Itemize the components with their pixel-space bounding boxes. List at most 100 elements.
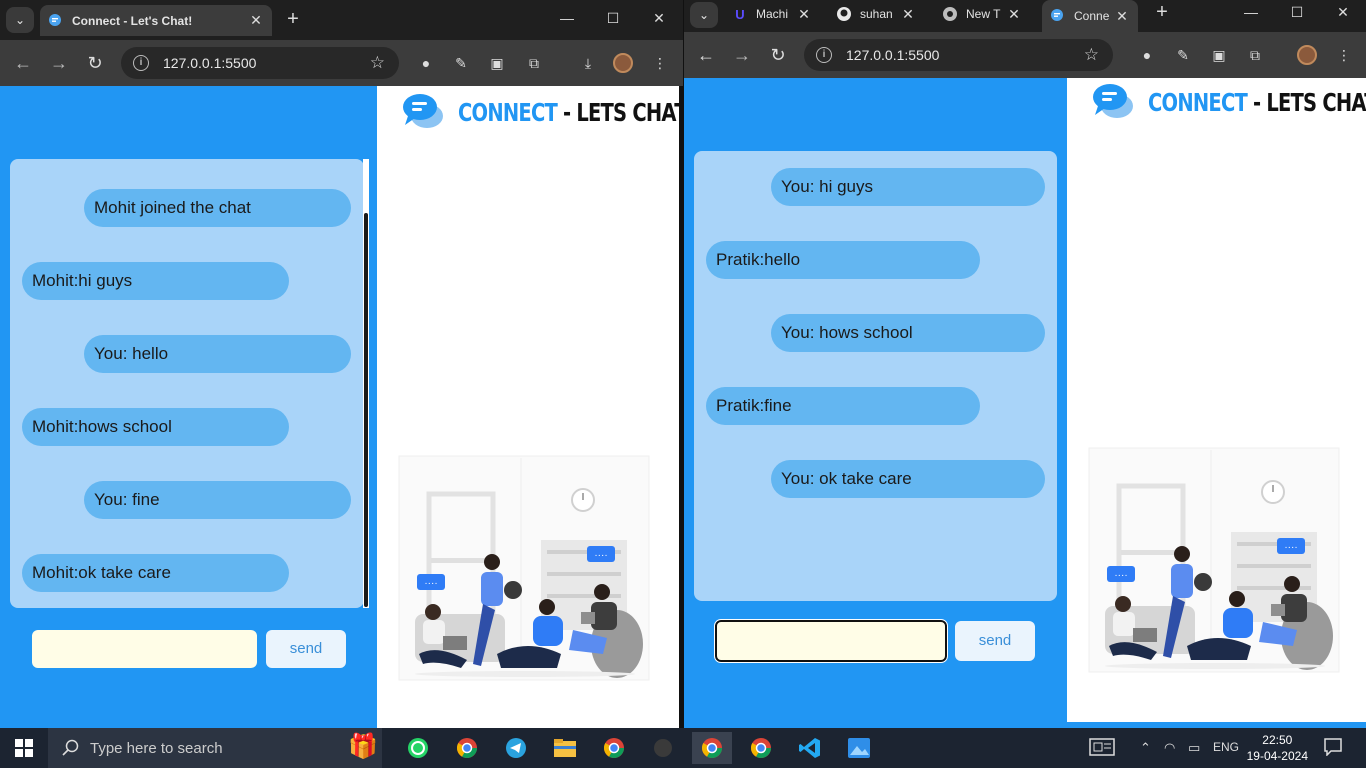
chrome-app-3[interactable] <box>741 732 781 764</box>
tab-title: Machi <box>756 7 789 21</box>
address-bar[interactable]: i 127.0.0.1:5500 ☆ <box>121 47 399 79</box>
close-window-button[interactable]: ✕ <box>1331 0 1355 24</box>
send-button[interactable]: send <box>955 621 1035 661</box>
notification-center-icon[interactable] <box>1324 738 1342 759</box>
site-info-icon[interactable]: i <box>816 47 832 63</box>
message-input[interactable] <box>32 630 257 668</box>
whatsapp-app[interactable] <box>398 732 438 764</box>
back-arrow-icon[interactable]: ← <box>695 44 717 66</box>
branding-panel: CONNECT - LETS CHAT! ···· ···· <box>377 86 683 728</box>
new-tab-button[interactable]: + <box>1150 1 1174 25</box>
news-widget-icon[interactable] <box>1089 738 1115 759</box>
photos-app[interactable] <box>839 732 879 764</box>
folder-icon <box>554 739 576 757</box>
message-bubble: Mohit:ok take care <box>22 554 289 592</box>
extension-icon[interactable]: ● <box>416 53 436 73</box>
gift-decoration-icon: 🎁 <box>348 733 378 760</box>
tab-github[interactable]: suhan ✕ <box>828 0 924 28</box>
menu-kebab-icon[interactable]: ⋮ <box>1334 45 1354 65</box>
chat-panel: You: hi guys Pratik:hello You: hows scho… <box>684 78 1067 728</box>
whatsapp-icon <box>408 738 428 758</box>
profile-avatar[interactable] <box>1297 45 1317 65</box>
chat-icon <box>48 13 64 29</box>
chat-scrollbar[interactable] <box>363 159 369 608</box>
screen-capture-icon[interactable]: ▣ <box>487 53 507 73</box>
telegram-icon <box>506 738 526 758</box>
screen-capture-icon[interactable]: ▣ <box>1209 45 1229 65</box>
dimmed-app[interactable] <box>643 732 683 764</box>
tab-udemy[interactable]: U Machi ✕ <box>724 0 820 28</box>
vscode-icon <box>799 738 820 758</box>
message-bubble: You: hows school <box>771 314 1045 352</box>
svg-text:····: ···· <box>424 578 437 589</box>
forward-arrow-icon[interactable]: → <box>48 52 70 74</box>
eyedropper-icon[interactable]: ✎ <box>1173 45 1193 65</box>
extension-icon[interactable]: ● <box>1137 45 1157 65</box>
file-explorer-app[interactable] <box>545 732 585 764</box>
battery-icon[interactable]: ▭ <box>1188 740 1200 756</box>
close-tab-icon[interactable]: ✕ <box>1114 8 1130 25</box>
bookmark-star-icon[interactable]: ☆ <box>370 53 385 73</box>
branding-panel: CONNECT - LETS CHAT! ···· ···· <box>1067 78 1366 728</box>
browser-toolbar: ← → ↻ i 127.0.0.1:5500 ☆ ● ✎ ▣ ⧉ ⋮ <box>684 32 1366 78</box>
url-text: 127.0.0.1:5500 <box>846 47 940 63</box>
left-browser-window: ⌄ Connect - Let's Chat! ✕ + — ☐ ✕ ← → ↻ … <box>0 0 683 728</box>
maximize-button[interactable]: ☐ <box>1285 0 1309 24</box>
app-icon <box>654 739 672 757</box>
browser-toolbar: ← → ↻ i 127.0.0.1:5500 ☆ ● ✎ ▣ ⧉ ⤓ ⋮ <box>0 40 683 86</box>
clock-date: 19-04-2024 <box>1246 749 1308 763</box>
new-tab-button[interactable]: + <box>281 8 305 32</box>
tab-title: Connect - Let's Chat! <box>72 13 193 28</box>
start-button[interactable] <box>4 732 44 764</box>
message-input[interactable] <box>714 619 948 663</box>
taskbar-search[interactable]: Type here to search 🎁 <box>48 728 382 768</box>
telegram-app[interactable] <box>496 732 536 764</box>
close-window-button[interactable]: ✕ <box>647 6 671 30</box>
profile-avatar[interactable] <box>613 53 633 73</box>
chat-panel: Mohit joined the chat Mohit:hi guys You:… <box>0 86 377 728</box>
close-tab-icon[interactable]: ✕ <box>900 6 916 23</box>
puzzle-icon[interactable]: ⧉ <box>524 53 544 73</box>
tab-connect[interactable]: Connect - Let's Chat! ✕ <box>40 5 272 36</box>
scrollbar-thumb[interactable] <box>364 213 368 607</box>
tab-search-button[interactable]: ⌄ <box>6 7 34 33</box>
eyedropper-icon[interactable]: ✎ <box>451 53 471 73</box>
tab-title: suhan <box>860 7 893 21</box>
reload-icon[interactable]: ↻ <box>767 44 789 66</box>
tab-search-button[interactable]: ⌄ <box>690 2 718 28</box>
puzzle-icon[interactable]: ⧉ <box>1245 45 1265 65</box>
chrome-app-active[interactable] <box>692 732 732 764</box>
send-button[interactable]: send <box>266 630 346 668</box>
windows-logo-icon <box>15 739 33 757</box>
chrome-profile-app[interactable] <box>447 732 487 764</box>
chat-messages: Mohit joined the chat Mohit:hi guys You:… <box>10 159 364 608</box>
menu-kebab-icon[interactable]: ⋮ <box>650 53 670 73</box>
tab-new-tab[interactable]: New T ✕ <box>934 0 1030 28</box>
close-tab-icon[interactable]: ✕ <box>1006 6 1022 23</box>
tab-connect[interactable]: Conne ✕ <box>1042 0 1138 32</box>
close-tab-icon[interactable]: ✕ <box>248 12 264 29</box>
bookmark-star-icon[interactable]: ☆ <box>1084 45 1099 65</box>
maximize-button[interactable]: ☐ <box>601 6 625 30</box>
language-indicator[interactable]: ENG <box>1213 740 1239 754</box>
show-hidden-icons-chevron-icon[interactable]: ⌃ <box>1140 740 1151 756</box>
chrome-icon <box>750 738 771 758</box>
vscode-app[interactable] <box>790 732 830 764</box>
site-info-icon[interactable]: i <box>133 55 149 71</box>
system-clock[interactable]: 22:50 19-04-2024 <box>1247 732 1308 764</box>
forward-arrow-icon[interactable]: → <box>731 44 753 66</box>
close-tab-icon[interactable]: ✕ <box>796 6 812 23</box>
chrome-app-2[interactable] <box>594 732 634 764</box>
chat-bubbles-icon <box>403 94 443 128</box>
minimize-button[interactable]: — <box>555 6 579 30</box>
clock-time: 22:50 <box>1262 733 1293 747</box>
brand-tagline: - LETS CHAT! <box>557 97 683 127</box>
address-bar[interactable]: i 127.0.0.1:5500 ☆ <box>804 39 1113 71</box>
message-bubble: Pratik:fine <box>706 387 980 425</box>
download-icon[interactable]: ⤓ <box>578 53 598 73</box>
reload-icon[interactable]: ↻ <box>84 52 106 74</box>
minimize-button[interactable]: — <box>1239 0 1263 24</box>
back-arrow-icon[interactable]: ← <box>12 52 34 74</box>
app-title: CONNECT - LETS CHAT! <box>458 98 683 127</box>
wifi-icon[interactable]: ◠ <box>1164 740 1175 756</box>
